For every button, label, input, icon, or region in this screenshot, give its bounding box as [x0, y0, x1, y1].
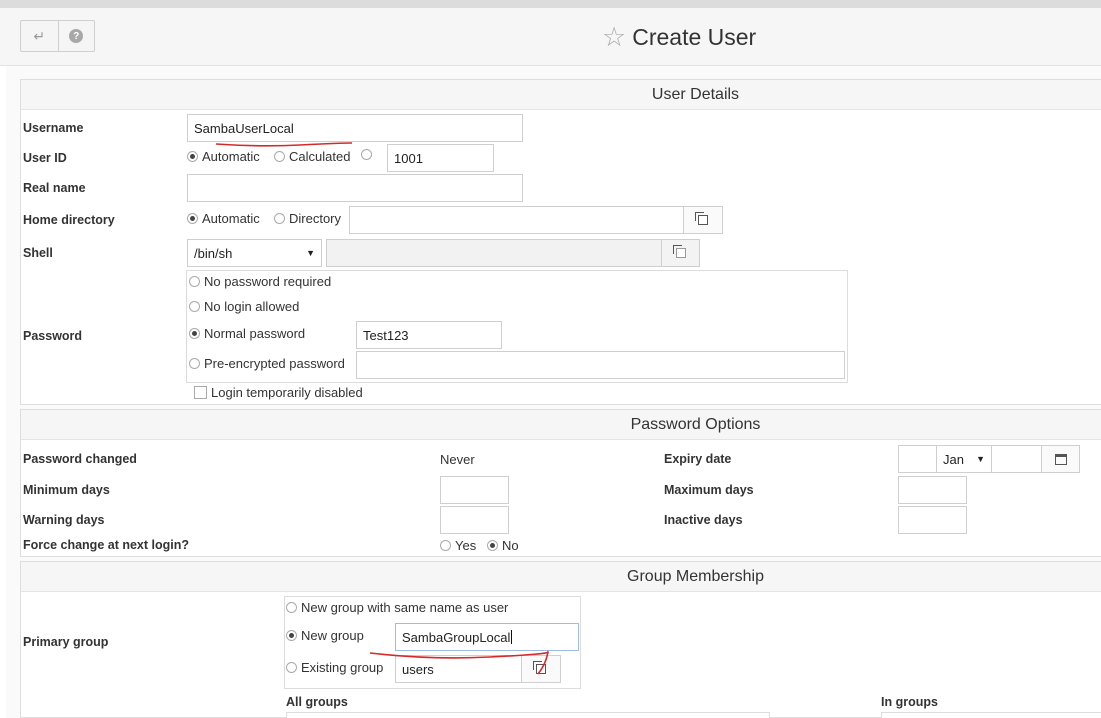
group-red-underline — [369, 650, 549, 675]
username-red-underline — [215, 142, 353, 147]
red-underline-annotations — [215, 142, 549, 675]
